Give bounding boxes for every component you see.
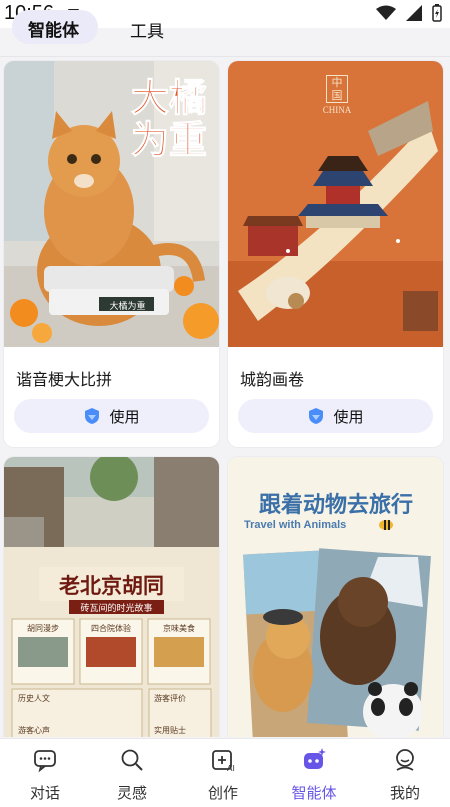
agent-card-title: 城韵画卷 [240,370,305,389]
nav-item-agents[interactable]: 智能体 [269,739,359,807]
image-hutong-subtitle: 砖瓦间的时光故事 [80,604,153,614]
agent-card-hutong[interactable]: 老北京胡同 砖瓦间的时光故事 胡同漫步 四合院体验 京味美食 历史人文 游客评价… [4,457,219,737]
use-button-label: 使用 [333,407,364,426]
tab-agents-label[interactable]: 智能体 [28,16,79,41]
shield-icon [85,408,100,424]
agent-card-image: 大橘为重 大橘为重 [4,61,219,347]
agent-card-title: 谐音梗大比拼 [16,370,113,389]
agent-card-image: 老北京胡同 砖瓦间的时光故事 胡同漫步 四合院体验 京味美食 历史人文 游客评价… [4,457,219,737]
image-label: 京味美食 [163,624,195,633]
image-label: 游客心声 [18,726,50,735]
use-button[interactable]: 使用 [238,399,433,433]
agent-card-grid: 大橘为重 大橘为重 谐音梗大比拼 使用 中国 CHINA 城韵画卷 使用 老北京… [0,57,450,737]
nav-item-profile[interactable]: 我的 [360,739,450,807]
chat-icon [34,750,56,773]
image-animal-title: 跟着动物去旅行 [258,493,413,518]
agent-card-image: 中国 CHINA [228,61,443,347]
create-ai-icon: AI [212,750,235,773]
agent-card-image: 跟着动物去旅行 Travel with Animals [228,457,443,737]
nav-label: 我的 [389,784,420,802]
image-china-subtext: CHINA [322,105,352,115]
nav-item-create[interactable]: AI 创作 [178,739,268,807]
profile-icon [396,749,414,771]
nav-label: 智能体 [291,784,337,802]
china-scroll-image [228,61,443,347]
scale-display: 大橘为重 [109,302,146,312]
shield-icon [309,408,324,424]
image-label: 四合院体验 [91,624,131,633]
tab-tools[interactable]: 工具 [130,17,164,42]
nav-label: 灵感 [116,784,147,802]
agent-icon [304,748,326,769]
image-china-text: 中国 [326,75,348,103]
image-label: 实用贴士 [154,726,186,735]
agent-card-homophone[interactable]: 大橘为重 大橘为重 谐音梗大比拼 使用 [4,61,219,447]
nav-item-chat[interactable]: 对话 [0,739,90,807]
image-animal-subtitle: Travel with Animals [244,519,347,531]
top-tab-bar: 智能体 工具 [0,0,450,56]
bee-icon [379,520,393,530]
agent-card-city-scroll[interactable]: 中国 CHINA 城韵画卷 使用 [228,61,443,447]
image-headline: 大橘为重 [130,76,207,162]
nav-label: 对话 [29,784,60,802]
search-icon [121,749,143,771]
bottom-navigation: 对话 灵感 AI 创作 智能体 我的 [0,738,450,807]
use-button[interactable]: 使用 [14,399,209,433]
nav-item-inspiration[interactable]: 灵感 [87,739,177,807]
agent-card-animal-travel[interactable]: 跟着动物去旅行 Travel with Animals [228,457,443,737]
image-label: 胡同漫步 [27,624,59,633]
svg-text:AI: AI [227,764,235,773]
nav-label: 创作 [207,784,238,802]
image-hutong-title: 老北京胡同 [59,574,164,598]
image-label: 历史人文 [18,694,50,703]
image-label: 游客评价 [154,694,186,703]
use-button-label: 使用 [109,407,140,426]
